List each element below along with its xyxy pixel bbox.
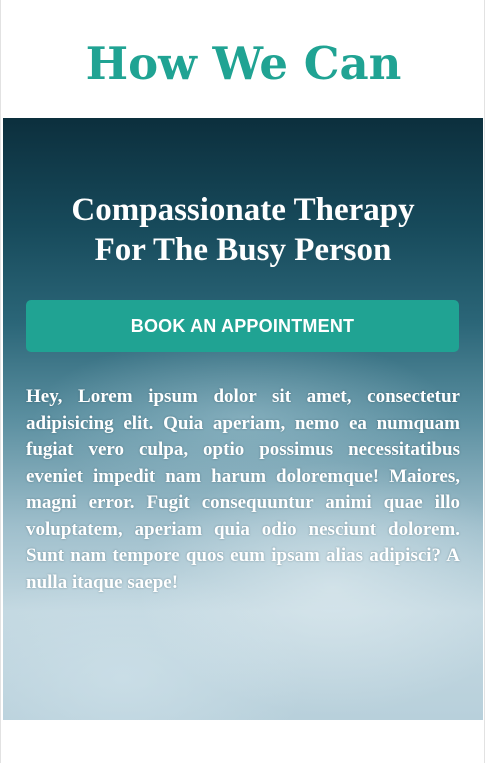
hero-heading-line-2: For The Busy Person bbox=[94, 232, 392, 268]
page: How We Can Compassionate Therapy For The… bbox=[0, 0, 485, 763]
book-appointment-button[interactable]: BOOK AN APPOINTMENT bbox=[26, 300, 459, 352]
hero-section-ocean-background: Compassionate Therapy For The Busy Perso… bbox=[3, 118, 483, 720]
hero-heading-line-1: Compassionate Therapy bbox=[71, 192, 415, 228]
intro-paragraph: Hey, Lorem ipsum dolor sit amet, consect… bbox=[26, 386, 460, 593]
hero-heading: Compassionate Therapy For The Busy Perso… bbox=[3, 190, 483, 270]
section-title: How We Can bbox=[85, 37, 402, 90]
